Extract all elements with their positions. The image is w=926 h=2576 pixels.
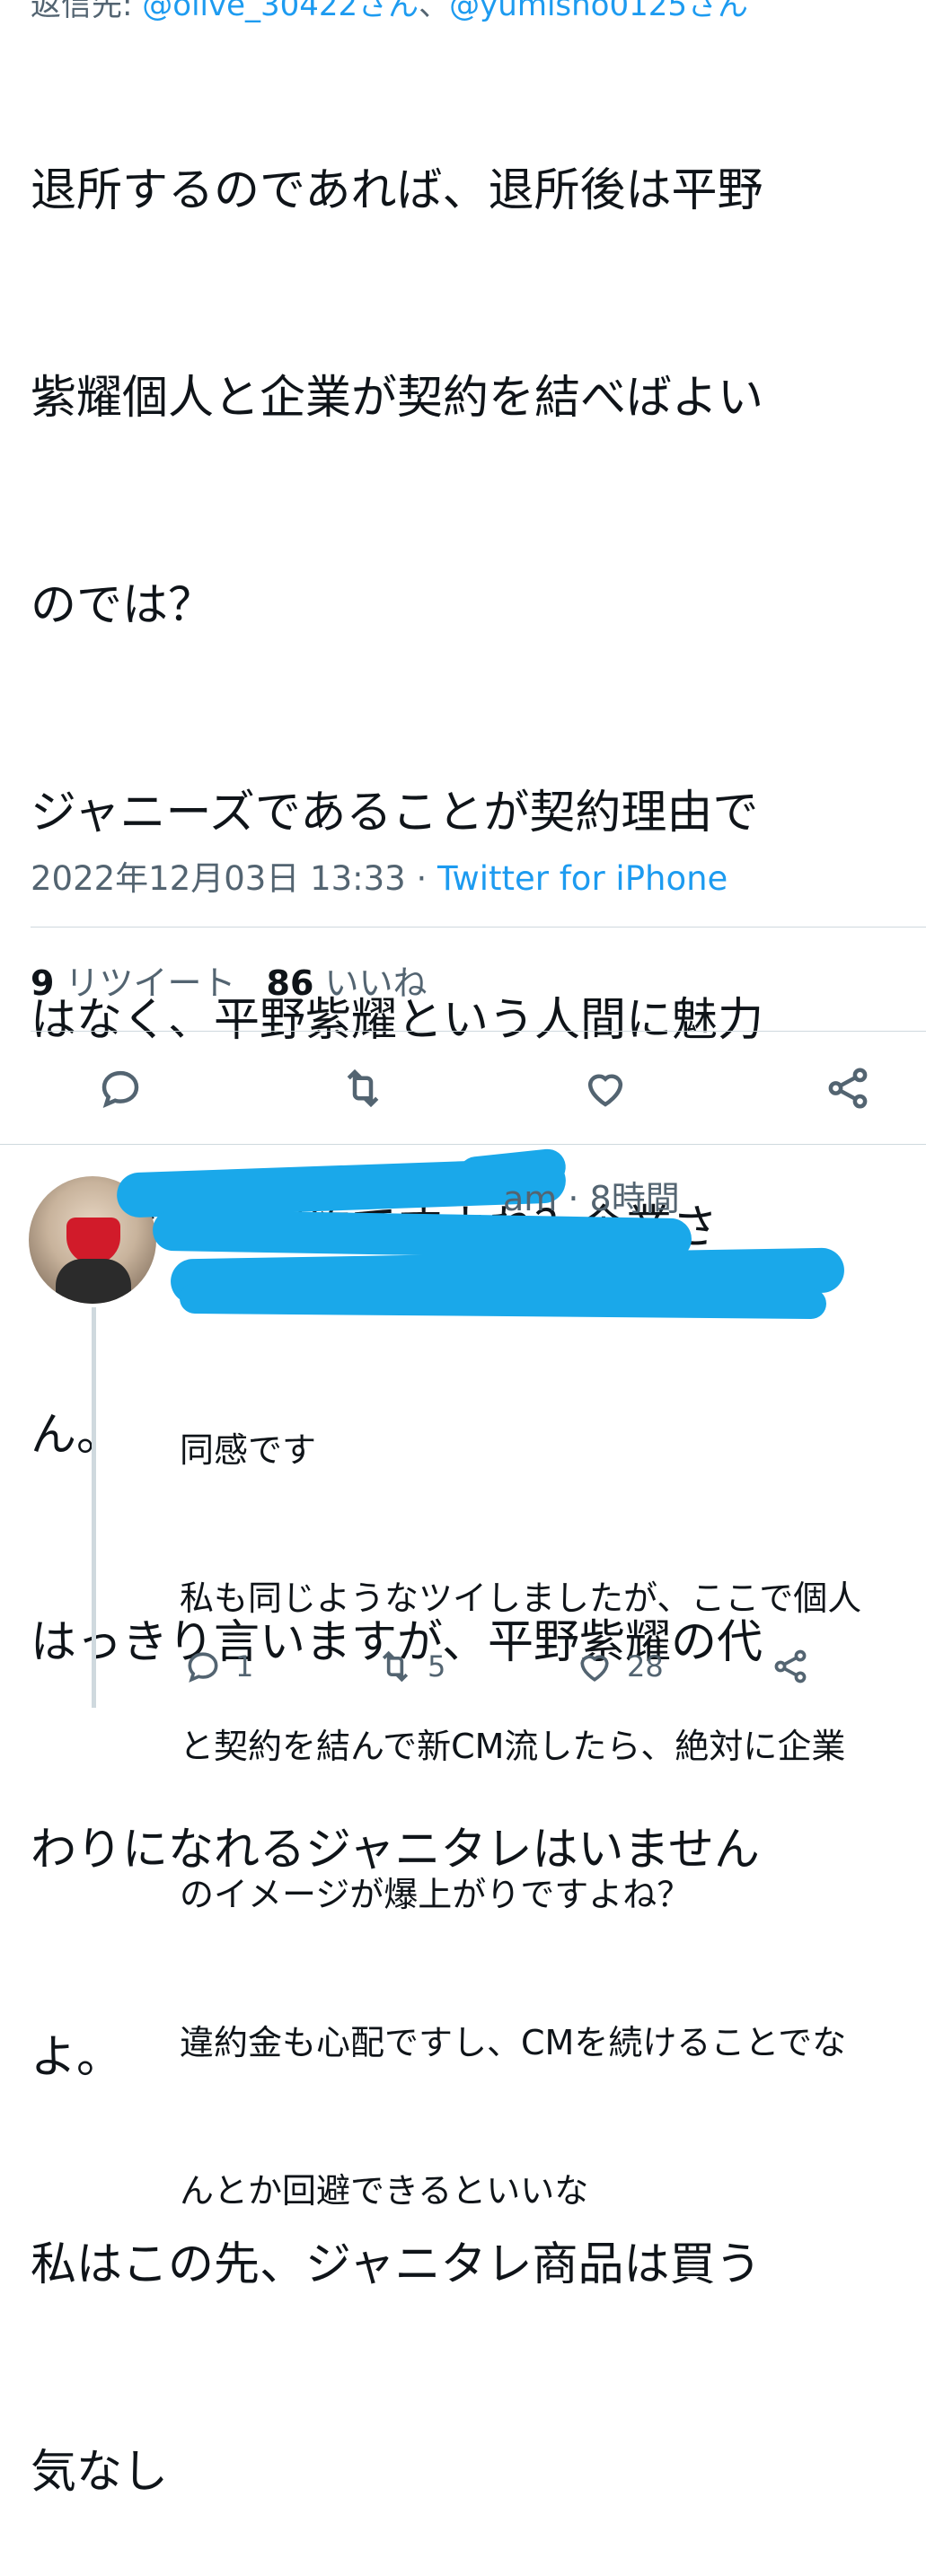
tweet-timestamp[interactable]: 2022年12月03日 13:33 — [31, 859, 406, 898]
reply-reply-button[interactable]: 1 — [183, 1645, 253, 1688]
divider — [31, 927, 926, 928]
redaction-mark — [179, 1282, 827, 1320]
reply-count: 1 — [235, 1649, 254, 1684]
meta-dot: · — [405, 859, 438, 898]
share-icon — [774, 1649, 807, 1684]
reply-button[interactable] — [92, 1059, 149, 1117]
likes-count: 86 — [266, 963, 314, 1003]
tweet-text-line: 退所するのであれば、退所後は平野 — [31, 164, 763, 217]
divider — [31, 1031, 926, 1032]
reply-icon — [101, 1070, 139, 1108]
tweet-source-link[interactable]: Twitter for iPhone — [437, 859, 728, 898]
reply-text-line: 同感です — [180, 1430, 317, 1470]
reply-share-button[interactable] — [771, 1645, 810, 1688]
avatar-body-shape — [56, 1259, 131, 1304]
likes-label: いいね — [313, 963, 428, 1003]
reply-text-line: と契約を結んで新CM流したら、絶対に企業 — [180, 1727, 846, 1766]
tweet-meta: 2022年12月03日 13:33 · Twitter for iPhone — [31, 851, 728, 900]
more-options-icon[interactable]: ⋮ — [914, 1167, 926, 1207]
retweets-count: 9 — [31, 963, 55, 1003]
avatar-heart-shape — [66, 1218, 120, 1264]
share-icon — [828, 1068, 868, 1109]
thread-line — [92, 1307, 96, 1708]
like-count: 28 — [627, 1649, 664, 1684]
retweets-label: リツイート — [54, 963, 236, 1003]
tweet-text-line: ジャニーズであることが契約理由で — [31, 787, 759, 840]
retweets-stat[interactable]: 9 リツイート — [31, 963, 236, 1003]
heart-icon — [580, 1655, 609, 1682]
tweet-text-line: 気なし — [31, 2446, 169, 2499]
reply-like-button[interactable]: 28 — [575, 1645, 664, 1688]
reply-text-line: のイメージが爆上がりですよね？ — [180, 1875, 692, 1914]
retweet-icon — [382, 1650, 409, 1683]
retweet-icon — [347, 1068, 379, 1108]
reply-retweet-button[interactable]: 5 — [375, 1645, 445, 1688]
reply-icon — [188, 1652, 218, 1683]
reply-text-line: んとか回避できるといいな — [180, 2171, 589, 2211]
retweet-button[interactable] — [334, 1059, 392, 1117]
divider — [0, 1144, 926, 1145]
like-button[interactable] — [577, 1059, 634, 1117]
reply-text-line: 違約金も心配ですし、CMを続けることでな — [180, 2023, 847, 2062]
retweet-count: 5 — [428, 1649, 446, 1684]
reply-text-line: 私も同じようなツイしましたが、ここで個人 — [180, 1578, 862, 1618]
tweet-text-line: のでは？ — [31, 579, 215, 632]
tweet-stats: 9 リツイート 86 いいね — [31, 955, 428, 1005]
reply-meta: am · 8時間 — [503, 1179, 680, 1218]
share-button[interactable] — [819, 1059, 877, 1117]
reply-text: 同感です 私も同じようなツイしましたが、ここで個人 と契約を結んで新CM流したら… — [180, 1327, 925, 2265]
tweet-text-line: 紫耀個人と企業が契約を結べばよい — [31, 372, 764, 425]
heart-icon — [587, 1074, 623, 1107]
likes-stat[interactable]: 86 いいね — [267, 963, 428, 1003]
